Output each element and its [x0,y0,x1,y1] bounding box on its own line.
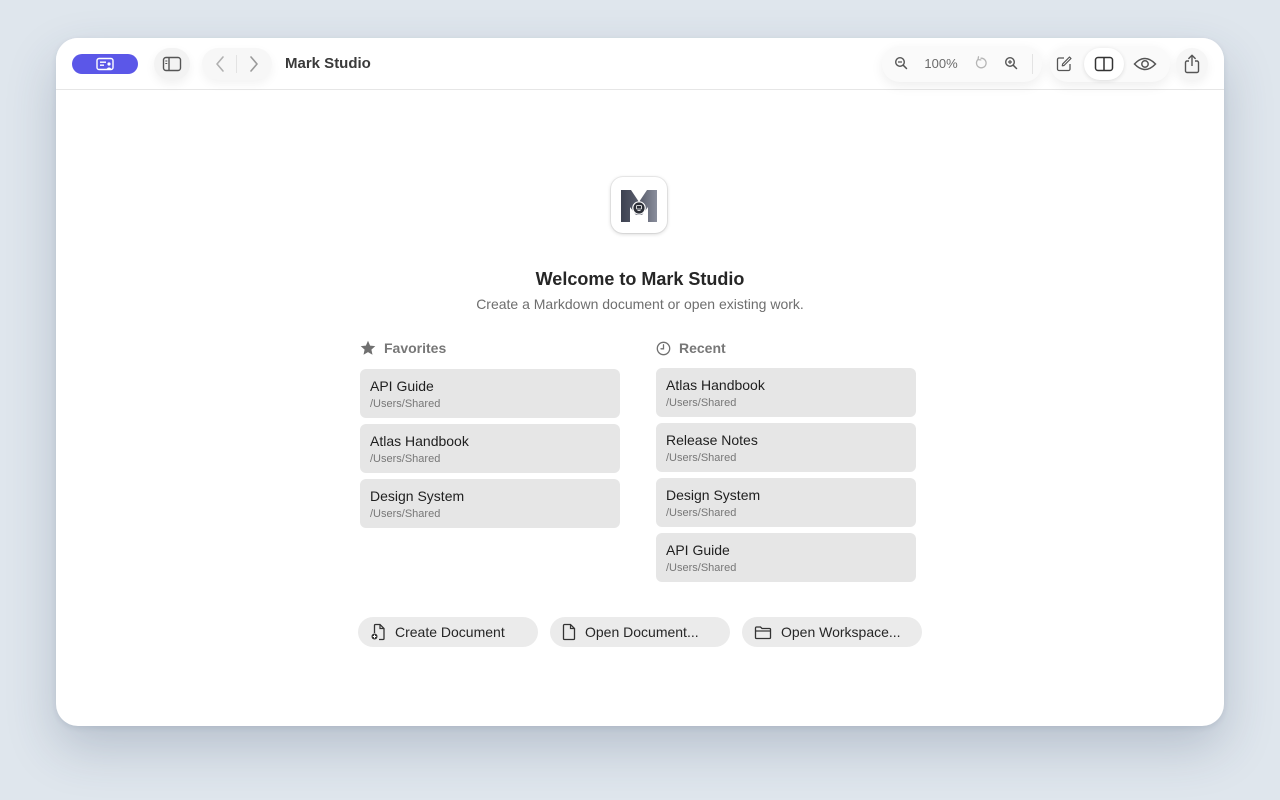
toolbar: Mark Studio 100% [56,38,1224,90]
create-document-button[interactable]: Create Document [358,617,538,647]
recent-item-path: /Users/Shared [666,562,737,574]
recent-item-name: Atlas Handbook [666,377,765,393]
recent-item[interactable]: API Guide /Users/Shared [656,533,916,582]
chevron-right-icon [250,56,258,72]
recent-item[interactable]: Release Notes /Users/Shared [656,423,916,472]
favorite-item-name: Atlas Handbook [370,433,469,449]
favorite-item-path: /Users/Shared [370,453,441,465]
account-button[interactable] [72,54,138,74]
recent-heading: Recent [656,339,726,357]
open-document-label: Open Document... [585,624,699,640]
zoom-reset-button[interactable] [970,52,992,74]
recent-item-name: Release Notes [666,432,758,448]
zoom-in-icon [1004,56,1018,70]
share-icon [1184,54,1200,74]
eye-icon [1133,57,1157,71]
open-document-button[interactable]: Open Document... [550,617,730,647]
recent-heading-label: Recent [679,340,726,356]
forward-button[interactable] [240,48,268,80]
recent-item-path: /Users/Shared [666,452,737,464]
app-window: Mark Studio 100% Welcome to Mark Studio … [56,38,1224,726]
app-logo-icon [621,190,657,222]
favorite-item[interactable]: Design System /Users/Shared [360,479,620,528]
star-icon [360,340,376,355]
recent-item-path: /Users/Shared [666,507,737,519]
favorite-item-path: /Users/Shared [370,398,441,410]
recent-item[interactable]: Design System /Users/Shared [656,478,916,527]
chevron-left-icon [216,56,224,72]
welcome-title: Welcome to Mark Studio [535,269,745,289]
favorites-heading: Favorites [360,339,446,357]
app-logo [611,177,667,233]
favorite-item[interactable]: API Guide /Users/Shared [360,369,620,418]
recent-item-path: /Users/Shared [666,397,737,409]
window-user-icon [96,57,114,71]
welcome-subtitle: Create a Markdown document or open exist… [476,296,804,312]
zoom-in-button[interactable] [1000,52,1022,74]
rotate-icon [975,56,987,69]
clock-icon [656,341,671,355]
sidebar-icon [162,56,182,72]
toolbar-divider [1032,54,1033,74]
zoom-level: 100% [924,56,958,71]
open-workspace-label: Open Workspace... [781,624,901,640]
preview-button[interactable] [1130,50,1160,78]
split-view-icon [1094,56,1114,72]
zoom-out-button[interactable] [890,52,912,74]
open-workspace-button[interactable]: Open Workspace... [742,617,922,647]
recent-item-name: Design System [666,487,761,503]
create-document-label: Create Document [395,624,505,640]
favorite-item-name: API Guide [370,378,434,394]
favorites-heading-label: Favorites [384,340,447,356]
edit-mode-button[interactable] [1052,50,1076,78]
sidebar-toggle-button[interactable] [154,48,190,80]
recent-item[interactable]: Atlas Handbook /Users/Shared [656,368,916,417]
share-button[interactable] [1176,48,1208,80]
zoom-out-icon [894,56,908,70]
new-document-icon [371,623,385,641]
document-icon [562,623,576,641]
favorite-item-name: Design System [370,488,465,504]
recent-item-name: API Guide [666,542,730,558]
favorite-item[interactable]: Atlas Handbook /Users/Shared [360,424,620,473]
folder-icon [754,625,772,639]
split-view-button[interactable] [1084,48,1124,80]
app-title: Mark Studio [285,55,371,72]
back-button[interactable] [206,48,234,80]
compose-icon [1056,56,1072,72]
nav-divider [236,55,237,73]
favorite-item-path: /Users/Shared [370,508,441,520]
